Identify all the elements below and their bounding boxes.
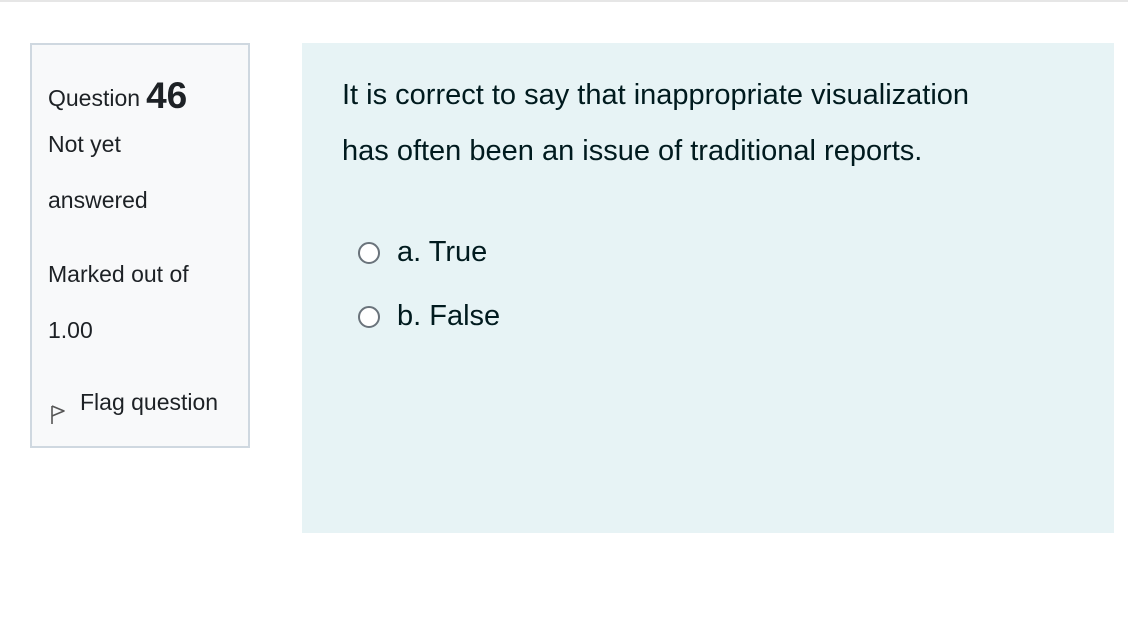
radio-true[interactable] [358,241,380,264]
status-line-1: Not yet [48,131,121,157]
answer-label-true: a. True [397,236,488,268]
question-label: Question [48,85,141,111]
question-text-line-1: It is correct to say that inappropriate … [342,79,970,111]
question-info-panel: Question 46 Not yet answered Marked out o… [30,43,250,448]
status-line-2: answered [48,187,148,213]
flag-question-link[interactable]: Flag question [48,389,218,425]
question-number-heading: Question 46 [48,73,188,116]
question-number: 46 [146,75,188,116]
question-text: It is correct to say that inappropriate … [342,67,1082,179]
answer-option-false[interactable]: b. False [358,300,500,333]
answer-option-true[interactable]: a. True [358,236,487,269]
top-divider [0,0,1128,2]
question-text-line-2: has often been an issue of traditional r… [342,135,923,167]
radio-false[interactable] [358,305,380,328]
flag-icon [51,405,65,424]
marks-value: 1.00 [48,317,93,343]
question-content-panel: It is correct to say that inappropriate … [302,43,1114,533]
marks-line-1: Marked out of [48,261,189,287]
answer-label-false: b. False [397,300,501,332]
flag-question-label: Flag question [80,389,219,415]
